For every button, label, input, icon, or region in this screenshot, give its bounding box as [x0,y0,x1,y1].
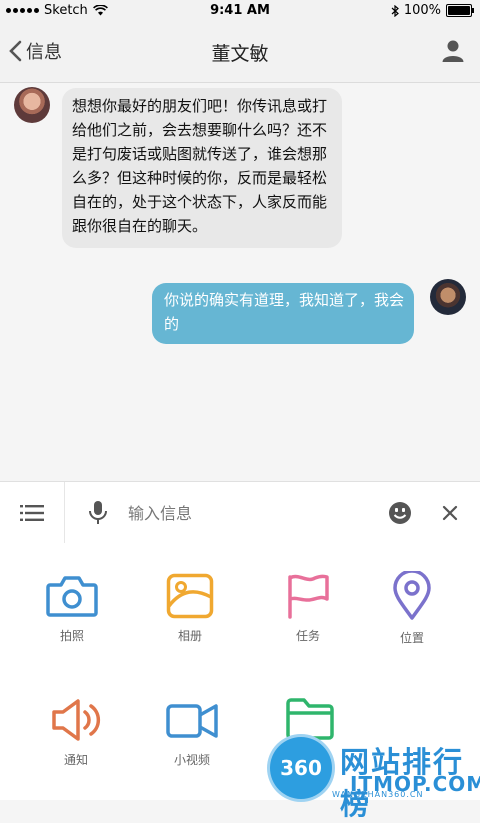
microphone-icon[interactable] [86,500,110,526]
video-camera-icon [166,704,218,738]
camera-icon [46,576,98,617]
my-avatar[interactable] [430,279,466,315]
flag-icon [288,574,329,619]
outgoing-message[interactable]: 你说的确实有道理，我知道了，我会的 [152,283,414,344]
navigation-bar: 信息 董文敏 [0,22,480,83]
tool-notify-label: 通知 [63,753,88,767]
album-icon [166,573,214,619]
speaker-icon [52,699,101,741]
contact-avatar[interactable] [14,87,50,123]
tool-location-label: 位置 [399,631,424,645]
watermark-url: WANGZHAN360.CN [332,790,424,799]
incoming-message[interactable]: 想想你最好的朋友们吧！你传讯息或打给他们之前，会去想要聊什么吗？还不是打句废话或… [62,88,342,248]
close-icon[interactable] [440,503,460,523]
profile-icon[interactable] [440,38,466,64]
tool-camera[interactable]: 拍照 [12,573,132,644]
tool-album-label: 相册 [177,629,202,643]
tool-notify[interactable]: 通知 [16,697,136,768]
location-pin-icon [393,571,431,620]
message-input[interactable] [126,496,370,530]
list-icon [20,504,44,521]
page-title: 董文敏 [211,43,269,65]
battery-percent: 100% [403,3,441,18]
tool-album[interactable]: 相册 [130,573,250,644]
menu-button[interactable] [0,482,65,543]
tool-camera-label: 拍照 [59,629,84,643]
tool-task-label: 任务 [295,629,320,643]
tool-location[interactable]: 位置 [352,571,472,646]
message-input-bar [0,481,480,544]
tool-video[interactable]: 小视频 [132,697,252,768]
site-watermark: 360 网站排行榜 ITMOP.COM WANGZHAN360.CN [270,737,480,821]
chat-messages[interactable]: 想想你最好的朋友们吧！你传讯息或打给他们之前，会去想要聊什么吗？还不是打句废话或… [0,83,480,481]
tool-video-label: 小视频 [173,753,210,767]
bluetooth-icon [391,4,399,17]
folder-icon [286,698,334,740]
tool-task[interactable]: 任务 [248,573,368,644]
status-bar: Sketch 9:41 AM 100% [0,0,480,22]
battery-icon [446,4,474,17]
watermark-badge: 360 [270,737,332,799]
emoji-icon[interactable] [388,501,412,525]
